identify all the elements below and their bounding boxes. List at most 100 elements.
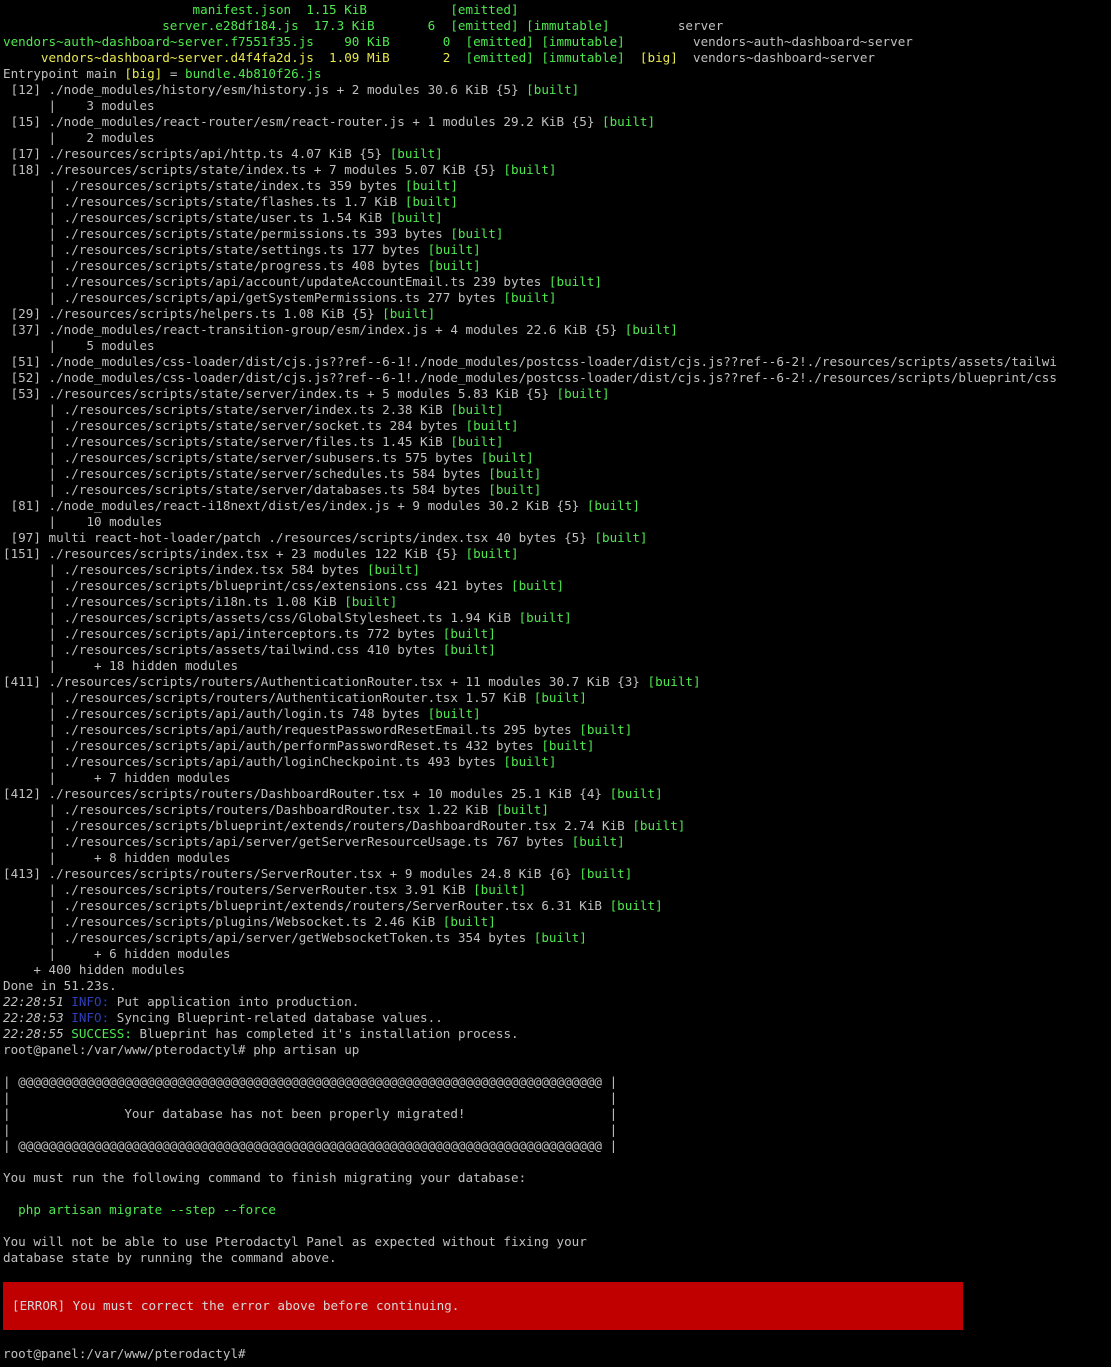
terminal-text: root@panel:/var/www/pterodactyl# php art… bbox=[3, 1042, 360, 1057]
terminal-line: | ./resources/scripts/api/interceptors.t… bbox=[3, 626, 1111, 642]
terminal-line: | + 7 hidden modules bbox=[3, 770, 1111, 786]
terminal-text: [built] bbox=[503, 290, 557, 305]
terminal-line: | ./resources/scripts/index.tsx 584 byte… bbox=[3, 562, 1111, 578]
terminal-text: | ./resources/scripts/state/server/datab… bbox=[3, 482, 489, 497]
terminal-text: You must run the following command to fi… bbox=[3, 1170, 527, 1185]
terminal-line: | Your database has not been properly mi… bbox=[3, 1106, 1111, 1122]
terminal-line: vendors~dashboard~server.d4f4fa2d.js 1.0… bbox=[3, 50, 1111, 66]
terminal-text: | @@@@@@@@@@@@@@@@@@@@@@@@@@@@@@@@@@@@@@… bbox=[3, 1138, 618, 1153]
terminal-text: [413] ./resources/scripts/routers/Server… bbox=[3, 866, 580, 881]
terminal-text: [big] bbox=[639, 50, 678, 65]
terminal-text: [built] bbox=[427, 258, 481, 273]
terminal-line: | | bbox=[3, 1122, 1111, 1138]
terminal-text: | Your database has not been properly mi… bbox=[3, 1106, 618, 1121]
terminal-line: database state by running the command ab… bbox=[3, 1250, 1111, 1266]
terminal-text: [built] bbox=[601, 114, 656, 129]
terminal-text: [53] ./resources/scripts/state/server/in… bbox=[3, 386, 557, 401]
terminal-text: 22:28:53 bbox=[3, 1010, 72, 1025]
terminal-text: [built] bbox=[518, 610, 572, 625]
terminal-text: | ./resources/scripts/state/user.ts 1.54… bbox=[3, 210, 390, 225]
terminal-line: | ./resources/scripts/state/server/sched… bbox=[3, 466, 1111, 482]
terminal-line: root@panel:/var/www/pterodactyl# php art… bbox=[3, 1042, 1111, 1058]
terminal-text: [built] bbox=[442, 642, 496, 657]
terminal-text: [built] bbox=[571, 834, 625, 849]
terminal-text: [built] bbox=[389, 210, 443, 225]
terminal-text: | ./resources/scripts/plugins/Websocket.… bbox=[3, 914, 443, 929]
terminal-text: [built] bbox=[533, 690, 587, 705]
terminal-text: [built] bbox=[495, 802, 549, 817]
error-message: [ERROR] You must correct the error above… bbox=[12, 1298, 460, 1313]
terminal-line: | ./resources/scripts/blueprint/extends/… bbox=[3, 818, 1111, 834]
terminal-line: [52] ./node_modules/css-loader/dist/cjs.… bbox=[3, 370, 1111, 386]
terminal-line: 22:28:53 INFO: Syncing Blueprint-related… bbox=[3, 1010, 1111, 1026]
terminal-text: [built] bbox=[473, 882, 527, 897]
terminal-text: [37] ./node_modules/react-transition-gro… bbox=[3, 322, 625, 337]
terminal-text: | ./resources/scripts/api/auth/login.ts … bbox=[3, 706, 428, 721]
terminal-text: | @@@@@@@@@@@@@@@@@@@@@@@@@@@@@@@@@@@@@@… bbox=[3, 1074, 618, 1089]
terminal-text: [built] bbox=[503, 754, 557, 769]
terminal-text: [built] bbox=[594, 530, 648, 545]
terminal-line: | @@@@@@@@@@@@@@@@@@@@@@@@@@@@@@@@@@@@@@… bbox=[3, 1074, 1111, 1090]
terminal-text: [emitted] bbox=[450, 2, 519, 17]
terminal-text: [12] ./node_modules/history/esm/history.… bbox=[3, 82, 527, 97]
terminal-text: [built] bbox=[556, 386, 610, 401]
terminal-text: | ./resources/scripts/api/server/getWebs… bbox=[3, 930, 534, 945]
terminal-output: manifest.json 1.15 KiB [emitted] server.… bbox=[3, 2, 1111, 1266]
terminal-line: [15] ./node_modules/react-router/esm/rea… bbox=[3, 114, 1111, 130]
terminal-line: | ./resources/scripts/state/server/socke… bbox=[3, 418, 1111, 434]
terminal-text: [built] bbox=[450, 402, 504, 417]
terminal-text: | ./resources/scripts/state/progress.ts … bbox=[3, 258, 428, 273]
terminal-text: database state by running the command ab… bbox=[3, 1250, 337, 1265]
terminal-text: manifest.json 1.15 KiB bbox=[3, 2, 451, 17]
terminal-text: php artisan migrate --step --force bbox=[3, 1202, 276, 1217]
terminal-text: | 10 modules bbox=[3, 514, 163, 529]
terminal-line: | ./resources/scripts/state/flashes.ts 1… bbox=[3, 194, 1111, 210]
terminal-text: | 2 modules bbox=[3, 130, 155, 145]
terminal-text: [built] bbox=[389, 146, 443, 161]
terminal-text: [built] bbox=[404, 178, 458, 193]
terminal-text: server.e28df184.js 17.3 KiB 6 bbox=[3, 18, 451, 33]
terminal-text: | ./resources/scripts/api/auth/loginChec… bbox=[3, 754, 504, 769]
terminal-text: 22:28:55 bbox=[3, 1026, 72, 1041]
terminal-text: | ./resources/scripts/state/index.ts 359… bbox=[3, 178, 405, 193]
terminal-line: [37] ./node_modules/react-transition-gro… bbox=[3, 322, 1111, 338]
terminal-text: You will not be able to use Pterodactyl … bbox=[3, 1234, 587, 1249]
terminal-line: server.e28df184.js 17.3 KiB 6 [emitted] … bbox=[3, 18, 1111, 34]
terminal-text: [built] bbox=[541, 738, 595, 753]
terminal-text: | ./resources/scripts/state/server/socke… bbox=[3, 418, 466, 433]
terminal-line: [18] ./resources/scripts/state/index.ts … bbox=[3, 162, 1111, 178]
terminal-text: [built] bbox=[442, 626, 496, 641]
terminal-text: | ./resources/scripts/state/server/subus… bbox=[3, 450, 481, 465]
terminal-text: [built] bbox=[488, 466, 542, 481]
terminal-text: [built] bbox=[382, 306, 436, 321]
terminal-text: | ./resources/scripts/api/auth/requestPa… bbox=[3, 722, 580, 737]
terminal-line: vendors~auth~dashboard~server.f7551f35.j… bbox=[3, 34, 1111, 50]
terminal-text: [emitted] [immutable] bbox=[450, 18, 610, 33]
terminal-line: | ./resources/scripts/api/auth/performPa… bbox=[3, 738, 1111, 754]
shell-prompt[interactable]: root@panel:/var/www/pterodactyl# bbox=[3, 1346, 246, 1362]
terminal-text: vendors~dashboard~server.d4f4fa2d.js 1.0… bbox=[3, 50, 466, 65]
terminal-text: [built] bbox=[488, 482, 542, 497]
terminal-text: [emitted] [immutable] bbox=[465, 34, 625, 49]
terminal-text: | ./resources/scripts/blueprint/css/exte… bbox=[3, 578, 511, 593]
terminal-text: [built] bbox=[404, 194, 458, 209]
terminal-line: You must run the following command to fi… bbox=[3, 1170, 1111, 1186]
terminal-line: | ./resources/scripts/blueprint/css/exte… bbox=[3, 578, 1111, 594]
terminal-line: | ./resources/scripts/api/server/getWebs… bbox=[3, 930, 1111, 946]
terminal-text: SUCCESS: bbox=[71, 1026, 132, 1041]
terminal-line: You will not be able to use Pterodactyl … bbox=[3, 1234, 1111, 1250]
terminal-text: [built] bbox=[503, 162, 557, 177]
terminal-text: | ./resources/scripts/state/permissions.… bbox=[3, 226, 451, 241]
terminal-text: [built] bbox=[480, 450, 534, 465]
terminal-line: Entrypoint main [big] = bundle.4b810f26.… bbox=[3, 66, 1111, 82]
terminal-line: | ./resources/scripts/i18n.ts 1.08 KiB [… bbox=[3, 594, 1111, 610]
terminal-line: | @@@@@@@@@@@@@@@@@@@@@@@@@@@@@@@@@@@@@@… bbox=[3, 1138, 1111, 1154]
terminal-text: [52] ./node_modules/css-loader/dist/cjs.… bbox=[3, 370, 1057, 385]
terminal-line: | ./resources/scripts/state/progress.ts … bbox=[3, 258, 1111, 274]
terminal-text: [18] ./resources/scripts/state/index.ts … bbox=[3, 162, 504, 177]
terminal-text: Syncing Blueprint-related database value… bbox=[109, 1010, 443, 1025]
terminal-text: [built] bbox=[586, 498, 640, 513]
terminal-line: + 400 hidden modules bbox=[3, 962, 1111, 978]
